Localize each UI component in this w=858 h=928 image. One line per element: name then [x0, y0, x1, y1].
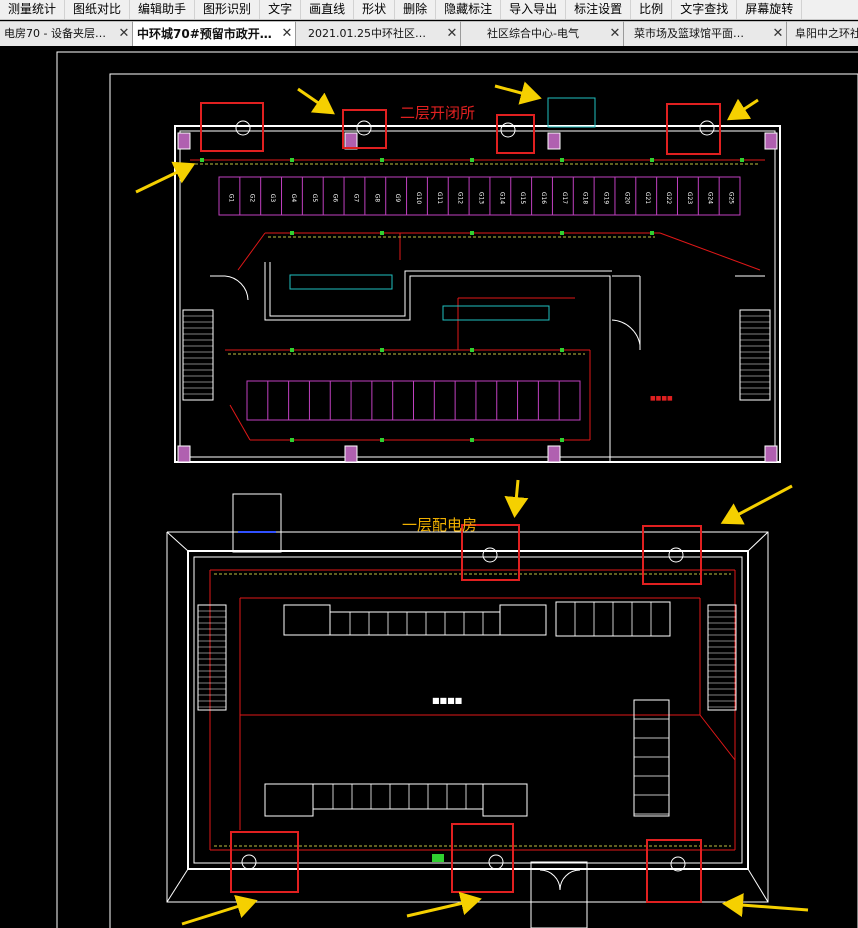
sheet-frame-outer [56, 51, 858, 928]
tab-label: 社区综合中心-电气 [487, 27, 579, 40]
tab-document-2[interactable]: 中环城70#预留市政开… ✕ [133, 21, 296, 46]
upper-floor-plan: G1 G2 G3 G4 G5 G6 G7 G8 G9 G10 G11 G12 G13 G14 G15 G16 G… [174, 97, 781, 463]
drawing-canvas[interactable]: G1 G2 G3 G4 G5 G6 G7 G8 G9 G10 G11 G12 G13 G14 G15 G16 G… [0, 46, 858, 928]
menu-shape-recognition[interactable]: 图形识别 [195, 0, 261, 19]
tab-document-6[interactable]: 阜阳中之环社区 [787, 21, 858, 46]
cabinet-label: G5 [311, 194, 318, 203]
lower-stairs [197, 604, 737, 711]
tab-document-3[interactable]: 2021.01.25中环社区… ✕ [296, 21, 461, 46]
tab-label: 2021.01.25中环社区… [308, 27, 426, 40]
tab-document-4[interactable]: 社区综合中心-电气 ✕ [461, 21, 624, 46]
tab-label: 电房70 - 设备夹层… [4, 27, 106, 40]
close-icon[interactable]: ✕ [607, 22, 623, 46]
menu-annotation-settings[interactable]: 标注设置 [566, 0, 632, 19]
cabinet-label: G18 [582, 192, 589, 204]
tab-label: 菜市场及篮球馆平面… [634, 27, 744, 40]
tab-label: 中环城70#预留市政开… [137, 27, 272, 41]
close-icon[interactable]: ✕ [770, 22, 786, 46]
svg-text:■■■■: ■■■■ [432, 696, 462, 705]
cabinet-label: G4 [290, 194, 297, 203]
svg-text:■■■■: ■■■■ [650, 395, 673, 402]
menu-drawing-compare[interactable]: 图纸对比 [65, 0, 131, 19]
cabinet-label: G24 [707, 192, 714, 204]
cabinet-label: G21 [644, 192, 651, 204]
cabinet-label: G25 [728, 192, 735, 204]
cabinet-label: G2 [248, 194, 255, 203]
close-icon[interactable]: ✕ [444, 22, 460, 46]
lower-lights [241, 547, 686, 872]
upper-lights [235, 120, 715, 138]
cabinet-label: G22 [665, 192, 672, 204]
menu-text-search[interactable]: 文字查找 [672, 0, 738, 19]
lower-switchgear [264, 601, 671, 817]
document-tab-bar: 电房70 - 设备夹层… ✕ 中环城70#预留市政开… ✕ 2021.01.25… [0, 21, 858, 46]
cabinet-label: G6 [332, 194, 339, 203]
lower-floor-plan: ■■■■ [166, 493, 769, 928]
menu-hide-annotation[interactable]: 隐藏标注 [436, 0, 502, 19]
tab-label: 阜阳中之环社区 [795, 27, 858, 40]
tab-document-5[interactable]: 菜市场及篮球馆平面… ✕ [624, 21, 787, 46]
menu-edit-assistant[interactable]: 编辑助手 [130, 0, 196, 19]
lower-floor-title: 一层配电房 [402, 516, 478, 534]
cabinet-label: G3 [269, 194, 276, 203]
upper-floor-title: 二层开闭所 [400, 104, 476, 122]
cabinet-label: G9 [394, 194, 401, 203]
close-icon[interactable]: ✕ [116, 22, 132, 46]
cabinet-label: G8 [373, 194, 380, 203]
tab-document-1[interactable]: 电房70 - 设备夹层… ✕ [0, 21, 133, 46]
lower-highlight-boxes [230, 524, 702, 903]
menu-scale[interactable]: 比例 [631, 0, 673, 19]
cabinet-label: G15 [519, 192, 526, 204]
cabinet-label: G16 [540, 192, 547, 204]
cabinet-label: G19 [603, 192, 610, 204]
cabinet-label: G11 [436, 192, 443, 204]
menu-measure-stats[interactable]: 测量统计 [0, 0, 66, 19]
cad-drawing: G1 G2 G3 G4 G5 G6 G7 G8 G9 G10 G11 G12 G13 G14 G15 G16 G… [56, 51, 858, 928]
menu-text[interactable]: 文字 [260, 0, 302, 19]
cabinet-label: G12 [457, 192, 464, 204]
cabinet-label: G7 [352, 194, 359, 203]
upper-cabinet-row: G1 G2 G3 G4 G5 G6 G7 G8 G9 G10 G11 G12 G13 G14 G15 G16 G… [218, 176, 741, 216]
menu-bar: 测量统计 图纸对比 编辑助手 图形识别 文字 画直线 形状 删除 隐藏标注 导入… [0, 0, 858, 20]
cabinet-label: G10 [415, 192, 422, 204]
cabinet-label: G20 [623, 192, 630, 204]
upper-cabinet-row-2 [246, 380, 581, 421]
cabinet-label: G1 [227, 194, 234, 203]
annotation-arrows [135, 81, 809, 926]
menu-screen-rotate[interactable]: 屏幕旋转 [737, 0, 803, 19]
cabinet-label: G13 [478, 192, 485, 204]
menu-import-export[interactable]: 导入导出 [501, 0, 567, 19]
menu-shape[interactable]: 形状 [354, 0, 396, 19]
menu-draw-line[interactable]: 画直线 [301, 0, 355, 19]
upper-stairs [182, 309, 771, 401]
close-icon[interactable]: ✕ [279, 22, 295, 46]
cabinet-label: G23 [686, 192, 693, 204]
cabinet-label: G14 [498, 192, 505, 204]
cabinet-label: G17 [561, 192, 568, 204]
menu-delete[interactable]: 删除 [395, 0, 437, 19]
